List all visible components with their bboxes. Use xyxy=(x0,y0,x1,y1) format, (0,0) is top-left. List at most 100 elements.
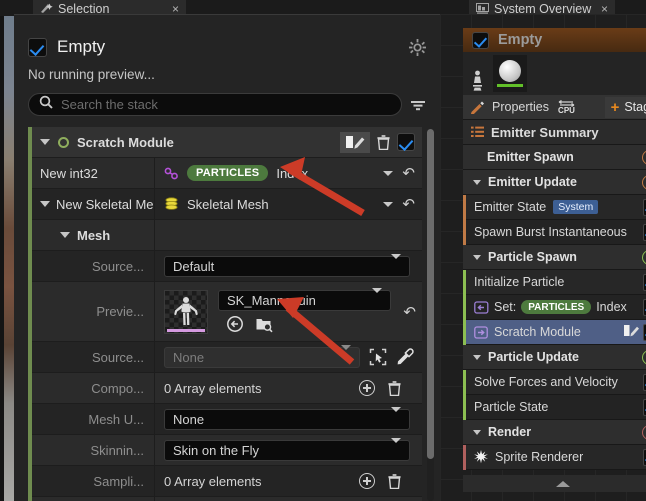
stack-header-scratch-module[interactable]: Scratch Module xyxy=(32,127,422,158)
stage-emitter-update[interactable]: Emitter Update xyxy=(463,170,646,195)
chevron-down-icon[interactable] xyxy=(60,232,70,238)
module-label: Emitter State xyxy=(474,200,547,214)
module-emitter-state[interactable]: Emitter State System xyxy=(463,194,646,220)
chevron-down-icon[interactable] xyxy=(473,429,481,435)
scrollbar-thumb[interactable] xyxy=(427,129,434,459)
mesh-user-param-dropdown[interactable]: None xyxy=(164,406,410,430)
emitter-summary-row[interactable]: Emitter Summary xyxy=(463,120,646,145)
chevron-down-icon[interactable] xyxy=(40,139,50,145)
row-value: Skeletal Mesh xyxy=(187,196,269,212)
stack-row-mesh-group[interactable]: Mesh xyxy=(32,220,422,251)
stage-particle-spawn[interactable]: Particle Spawn xyxy=(463,245,646,270)
node-collapse-bar[interactable] xyxy=(463,475,646,492)
emitter-enabled-checkbox[interactable] xyxy=(28,37,47,57)
close-icon[interactable]: × xyxy=(601,3,608,15)
module-particle-state[interactable]: Particle State xyxy=(463,394,646,420)
module-spawn-burst-instantaneous[interactable]: Spawn Burst Instantaneous xyxy=(463,219,646,245)
close-icon[interactable]: × xyxy=(172,3,179,15)
chevron-down-icon xyxy=(372,288,383,308)
stack-scrollbar[interactable] xyxy=(427,129,434,501)
edit-script-icon[interactable] xyxy=(340,131,370,153)
reset-to-default-icon[interactable]: ↶ xyxy=(402,164,415,182)
scope-tag: System xyxy=(553,200,599,214)
stage-accent-bar xyxy=(463,369,466,395)
chevron-down-icon[interactable] xyxy=(473,354,481,360)
add-renderer-icon[interactable] xyxy=(642,424,646,440)
row-label: Mesh U... xyxy=(88,411,144,427)
clear-array-icon[interactable] xyxy=(388,380,401,396)
find-in-content-browser-icon[interactable] xyxy=(255,315,273,333)
stack-row-whole-mesh-lod[interactable]: Whole... -1 xyxy=(32,497,422,501)
stage-accent-bar xyxy=(463,319,466,345)
thumbnail-accent-bar xyxy=(497,84,523,87)
stack-row-component-array[interactable]: Compo... 0 Array elements xyxy=(32,373,422,404)
source-actor-dropdown[interactable]: None xyxy=(164,344,360,368)
eyedropper-icon[interactable] xyxy=(396,348,414,366)
chevron-down-icon[interactable] xyxy=(40,201,50,207)
emitter-enabled-checkbox[interactable] xyxy=(472,31,489,49)
stack-row-sampling-array[interactable]: Sampli... 0 Array elements xyxy=(32,466,422,497)
browse-to-asset-icon[interactable] xyxy=(226,315,244,333)
row-label: New Skeletal Me xyxy=(56,196,154,212)
namespace-pill: PARTICLES xyxy=(187,164,269,182)
stage-emitter-spawn[interactable]: Emitter Spawn xyxy=(463,145,646,170)
emitter-properties-row[interactable]: Properties CPU + Stage xyxy=(463,95,646,120)
stage-label: Particle Spawn xyxy=(488,250,577,264)
array-element-count: 0 Array elements xyxy=(164,380,262,396)
module-value: Index xyxy=(596,300,627,314)
add-module-icon[interactable] xyxy=(642,249,646,265)
add-element-icon[interactable] xyxy=(359,380,375,396)
reset-to-default-icon[interactable]: ↶ xyxy=(401,303,416,321)
stage-label: Render xyxy=(488,425,532,439)
reset-to-default-icon[interactable]: ↶ xyxy=(402,195,415,213)
trash-icon[interactable] xyxy=(377,134,390,150)
module-sprite-renderer[interactable]: Sprite Renderer xyxy=(463,444,646,470)
add-element-icon[interactable] xyxy=(359,473,375,489)
add-module-icon[interactable] xyxy=(642,149,646,165)
chevron-down-icon xyxy=(391,406,401,427)
add-stage-button[interactable]: + Stage xyxy=(604,96,646,118)
module-scratch-module[interactable]: Scratch Module xyxy=(463,319,646,345)
dropdown-value: Default xyxy=(173,258,215,274)
module-initialize-particle[interactable]: Initialize Particle xyxy=(463,269,646,295)
properties-label: Properties xyxy=(492,100,549,114)
plus-icon: + xyxy=(610,98,620,116)
source-type-dropdown[interactable]: Default xyxy=(164,253,410,277)
stack-row-new-int32[interactable]: New int32 PARTICLES Index ↶ xyxy=(32,158,422,189)
dropdown-value: None xyxy=(173,411,205,427)
stack-row-source-type[interactable]: Source... Default xyxy=(32,251,422,282)
search-stack-box[interactable] xyxy=(28,93,402,116)
stack-row-preview-mesh[interactable]: Previe... SK_Mannequin ↶ xyxy=(32,282,422,342)
chevron-down-icon[interactable] xyxy=(473,179,481,185)
filter-icon[interactable] xyxy=(410,98,426,112)
skeletal-mesh-thumbnail[interactable] xyxy=(164,289,208,334)
stack-row-source-actor[interactable]: Source... None xyxy=(32,342,422,373)
preview-mesh-asset-picker[interactable]: SK_Mannequin xyxy=(218,288,392,311)
search-input[interactable] xyxy=(61,97,391,112)
module-solve-forces-and-velocity[interactable]: Solve Forces and Velocity xyxy=(463,369,646,395)
stack-row-new-skeletal-mesh[interactable]: New Skeletal Me Skeletal Mesh ↶ xyxy=(32,189,422,220)
emitter-thumbnail-icon[interactable] xyxy=(493,55,527,92)
skinning-dropdown[interactable]: Skin on the Fly xyxy=(164,437,410,461)
edit-script-icon[interactable] xyxy=(622,324,640,341)
row-label: Mesh xyxy=(77,227,111,243)
collapse-caret-up-icon[interactable] xyxy=(556,480,570,487)
chevron-down-icon[interactable] xyxy=(383,201,394,207)
module-enabled-checkbox[interactable] xyxy=(397,133,415,151)
add-module-icon[interactable] xyxy=(642,174,646,190)
chevron-down-icon[interactable] xyxy=(383,170,394,176)
pick-actor-icon[interactable] xyxy=(369,348,387,366)
module-set-particles-index[interactable]: Set: PARTICLES Index xyxy=(463,294,646,320)
clear-array-icon[interactable] xyxy=(388,473,401,489)
stack-row-mesh-user-param[interactable]: Mesh U... None xyxy=(32,404,422,435)
settings-gear-icon[interactable] xyxy=(409,39,426,56)
emitter-node-header[interactable]: Empty xyxy=(463,28,646,52)
system-overview-icon xyxy=(476,3,489,14)
add-module-icon[interactable] xyxy=(642,349,646,365)
asset-type-underline xyxy=(167,329,205,332)
stage-particle-update[interactable]: Particle Update xyxy=(463,345,646,370)
preview-status-label: No running preview... xyxy=(28,67,155,82)
chevron-down-icon[interactable] xyxy=(473,254,481,260)
stage-render[interactable]: Render xyxy=(463,420,646,445)
stack-row-skinning[interactable]: Skinnin... Skin on the Fly xyxy=(32,435,422,466)
